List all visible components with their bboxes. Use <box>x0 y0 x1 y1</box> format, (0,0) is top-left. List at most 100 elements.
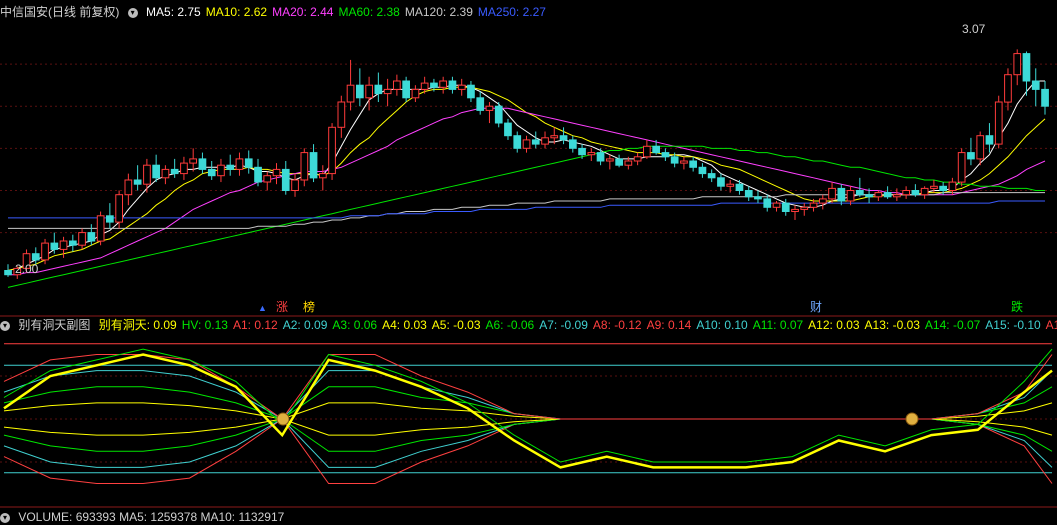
candle-up <box>161 168 170 179</box>
ma-legend-item-5: MA250: 2.27 <box>477 5 546 19</box>
candle-up <box>893 194 901 198</box>
candle-up <box>772 202 781 208</box>
volume-header: ▾ VOLUME: 693393 MA5: 1259378 MA10: 1132… <box>0 509 1057 525</box>
candle-down <box>198 158 207 170</box>
candle-down <box>698 166 707 175</box>
grid-lines <box>0 63 1057 508</box>
indicator-lines <box>3 343 1053 484</box>
candle-up <box>809 202 818 208</box>
candle-down <box>856 190 864 196</box>
indicator-legend-item-4: A3: 0.06 <box>332 318 378 332</box>
candle-down <box>170 168 179 175</box>
candle-up <box>78 232 86 246</box>
ma-legend-item-3: MA60: 2.38 <box>338 5 400 19</box>
candle-up <box>457 84 466 90</box>
candle-down <box>281 168 290 191</box>
indicator-line-a3 <box>3 386 1053 420</box>
indicator-line-hv <box>3 348 1053 463</box>
candle-up <box>346 84 355 103</box>
indicator-legend-item-15: A14: -0.07 <box>924 318 981 332</box>
indicator-line-a4 <box>3 402 1053 420</box>
money-bag-icon <box>276 412 290 426</box>
candle-down <box>939 185 947 192</box>
volume-values: VOLUME: 693393 MA5: 1259378 MA10: 113291… <box>18 510 285 524</box>
candle-down <box>735 183 744 191</box>
indicator-legend-item-8: A7: -0.09 <box>539 318 588 332</box>
candle-up <box>115 194 124 223</box>
candle-up <box>1013 53 1022 76</box>
moving-average-lines <box>7 80 1046 288</box>
candle-up <box>624 160 633 166</box>
indicator-legend-item-5: A4: 0.03 <box>382 318 427 332</box>
indicator-legend-item-6: A5: -0.03 <box>431 318 481 332</box>
candle-down <box>837 187 846 202</box>
ma-line-ma10 <box>7 86 1046 271</box>
candle-down <box>50 242 59 250</box>
candle-up <box>420 82 429 90</box>
indicator-legend-item-2: A1: 0.12 <box>232 318 278 332</box>
candle-up <box>328 126 336 175</box>
indicator-legend-item-17: A16 <box>1045 318 1057 332</box>
ma-line-ma60 <box>7 145 1045 288</box>
candle-up <box>800 206 809 210</box>
candle-up <box>439 80 447 88</box>
candle-down <box>356 84 364 99</box>
candle-up <box>791 208 799 212</box>
candle-up <box>180 162 188 175</box>
candle-down <box>309 152 318 179</box>
candle-up <box>235 158 244 170</box>
ma-line-ma20 <box>8 107 1046 276</box>
indicator-line-a2 <box>3 370 1053 420</box>
marker-rank: 榜 <box>303 300 316 314</box>
candle-up <box>633 156 642 162</box>
collapse-icon[interactable]: ▾ <box>0 320 10 331</box>
candle-down <box>1031 80 1040 90</box>
low-price-label: 2.00 <box>15 262 39 276</box>
candle-up <box>819 198 827 204</box>
candle-down <box>226 164 235 170</box>
sub-header: ▾ 别有洞天副图 别有洞天: 0.09 HV: 0.13 A1: 0.12 A2: 0… <box>0 317 1057 333</box>
candle-down <box>87 232 96 242</box>
candle-down <box>31 253 40 261</box>
candle-down <box>133 179 142 185</box>
candle-up <box>96 215 105 242</box>
candle-down <box>865 194 873 198</box>
candle-down <box>106 215 114 223</box>
indicator-legend-item-3: A2: 0.09 <box>282 318 328 332</box>
candle-down <box>504 122 512 137</box>
candle-up <box>143 164 151 185</box>
candle-up <box>383 88 392 95</box>
candle-down <box>763 198 772 208</box>
candle-up <box>920 187 929 196</box>
marker-rise: 涨 <box>276 300 289 314</box>
candle-down <box>513 135 522 149</box>
candle-down <box>152 164 161 179</box>
candle-down <box>69 240 77 246</box>
candle-up <box>217 164 225 177</box>
candle-up <box>291 179 299 191</box>
candle-up <box>124 179 133 196</box>
high-price-label: 3.07 <box>962 22 986 36</box>
candle-up <box>550 135 559 139</box>
collapse-icon[interactable]: ▾ <box>0 512 10 523</box>
marker-fall: 跌 <box>1011 300 1024 314</box>
candle-down <box>744 190 753 198</box>
candle-down <box>781 202 790 213</box>
indicator-legend-item-12: A11: 0.07 <box>752 318 804 332</box>
indicator-line-别有洞天 <box>3 353 1053 469</box>
candle-down <box>1022 53 1031 82</box>
candle-up <box>587 152 596 156</box>
collapse-icon[interactable]: ▾ <box>127 7 138 18</box>
candle-down <box>1041 88 1049 107</box>
candle-down <box>689 160 697 168</box>
candle-up <box>59 240 68 250</box>
indicator-legend-item-1: HV: 0.13 <box>181 318 228 332</box>
candle-down <box>569 139 577 149</box>
candle-up <box>930 185 938 189</box>
stock-chart-window: 中信国安(日线 前复权) ▾ MA5: 2.75 MA10: 2.62 MA20: … <box>0 0 1057 524</box>
candle-down <box>985 135 994 145</box>
candle-up <box>522 139 531 149</box>
candle-up <box>319 173 327 179</box>
price-chart[interactable] <box>0 0 1057 519</box>
indicator-legend: 别有洞天: 0.09 HV: 0.13 A1: 0.12 A2: 0.09 A3: 0.… <box>99 318 1057 332</box>
